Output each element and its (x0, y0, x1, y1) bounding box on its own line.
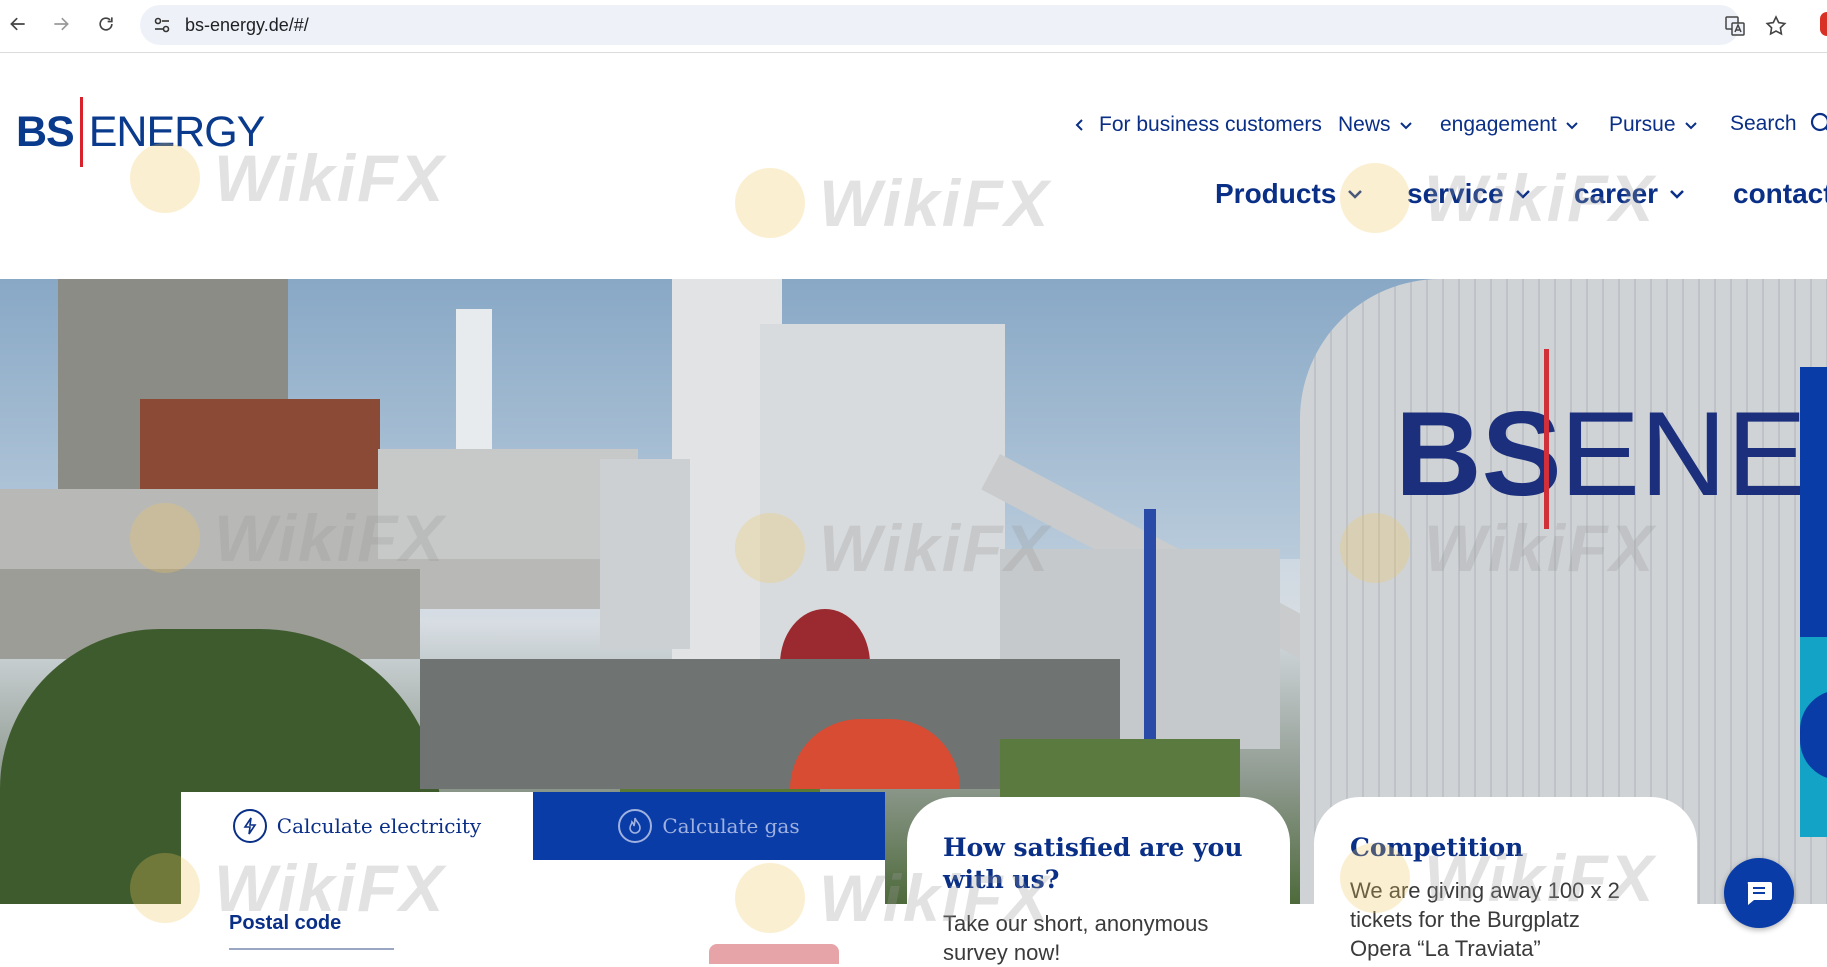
chevron-down-icon (1515, 190, 1530, 199)
tab-electricity-label: Calculate electricity (276, 814, 482, 838)
chevron-down-icon (1684, 122, 1697, 130)
translate-icon[interactable] (1724, 15, 1746, 37)
tariff-calculator: Calculate electricity Calculate gas Post… (181, 792, 885, 964)
tab-calculate-gas[interactable]: Calculate gas (533, 792, 885, 860)
tab-gas-label: Calculate gas (662, 814, 800, 838)
hero-boiler-house (760, 324, 1005, 664)
chevron-left-icon (1075, 119, 1083, 131)
logo-energy-text: ENERGY (88, 107, 266, 156)
nav-search[interactable]: Search (1730, 111, 1827, 137)
hero-chimney (456, 309, 492, 454)
nav-service-label: service (1407, 178, 1504, 209)
nav-engagement[interactable]: engagement (1440, 113, 1579, 137)
flame-icon (618, 809, 653, 843)
survey-card-text-line2: survey now! (943, 940, 1061, 965)
hero-tank-logo-bs: BS (1395, 387, 1562, 521)
competition-card[interactable]: Competition We are giving away 100 x 2 t… (1314, 797, 1697, 961)
tab-calculate-electricity[interactable]: Calculate electricity (181, 792, 533, 860)
chat-bubble-icon (1747, 882, 1772, 905)
nav-news-label: News (1338, 113, 1391, 136)
nav-business-label: For business customers (1099, 113, 1322, 136)
chevron-down-icon (1348, 190, 1363, 199)
site-header (0, 54, 1827, 279)
survey-card-text-line1: Take our short, anonymous (943, 911, 1209, 936)
url-text[interactable]: bs-energy.de/#/ (185, 15, 309, 36)
competition-card-text-line1: We are giving away 100 x 2 (1350, 878, 1620, 903)
postal-code-label: Postal code (229, 912, 342, 934)
hero-tank-logo-ene: ENE (1560, 387, 1807, 521)
search-icon (1810, 112, 1827, 132)
back-arrow-icon[interactable] (6, 12, 30, 36)
logo-bs-text: BS (16, 107, 75, 156)
chevron-down-icon (1566, 122, 1578, 130)
competition-card-text-line3: Opera “La Traviata” (1350, 936, 1541, 961)
nav-products[interactable]: Products (1215, 178, 1364, 210)
reload-icon[interactable] (94, 12, 118, 36)
browser-toolbar: bs-energy.de/#/ (0, 0, 1827, 53)
bookmark-star-icon[interactable] (1765, 15, 1787, 37)
nav-business-customers[interactable]: For business customers (1073, 113, 1322, 137)
logo-divider (79, 97, 83, 167)
nav-career-label: career (1574, 178, 1659, 209)
survey-card-title: How satisfied are you with us? (943, 833, 1243, 894)
forward-arrow-icon[interactable] (49, 12, 73, 36)
site-info-icon[interactable] (152, 15, 172, 35)
hero-blue-pylon (1144, 509, 1156, 739)
nav-career[interactable]: career (1574, 178, 1686, 210)
address-bar[interactable]: bs-energy.de/#/ (140, 5, 1787, 45)
postal-code-input[interactable] (229, 944, 394, 950)
nav-news[interactable]: News (1338, 113, 1413, 137)
chat-button[interactable] (1724, 858, 1794, 928)
nav-pursue[interactable]: Pursue (1609, 113, 1698, 137)
survey-card[interactable]: How satisfied are you with us? Take our … (907, 797, 1290, 965)
lightning-icon (232, 809, 267, 843)
nav-pursue-label: Pursue (1609, 113, 1676, 136)
competition-card-text-line2: tickets for the Burgplatz (1350, 907, 1580, 932)
profile-avatar[interactable] (1820, 12, 1827, 36)
nav-search-label: Search (1730, 112, 1797, 135)
nav-products-label: Products (1215, 178, 1337, 209)
nav-service[interactable]: service (1407, 178, 1532, 210)
bs-energy-logo[interactable]: BS ENERGY (16, 97, 266, 167)
calculate-button[interactable] (709, 944, 839, 964)
chevron-down-icon (1670, 190, 1684, 199)
nav-contact-label: contact (1733, 178, 1827, 209)
nav-contact[interactable]: contact (1733, 178, 1827, 210)
nav-engagement-label: engagement (1440, 113, 1557, 136)
chevron-down-icon (1399, 122, 1412, 130)
competition-card-title: Competition (1350, 833, 1524, 862)
hero-tank-logo-divider (1544, 349, 1549, 529)
hero-side-block (600, 459, 690, 649)
hero-arched-hall (378, 449, 638, 559)
